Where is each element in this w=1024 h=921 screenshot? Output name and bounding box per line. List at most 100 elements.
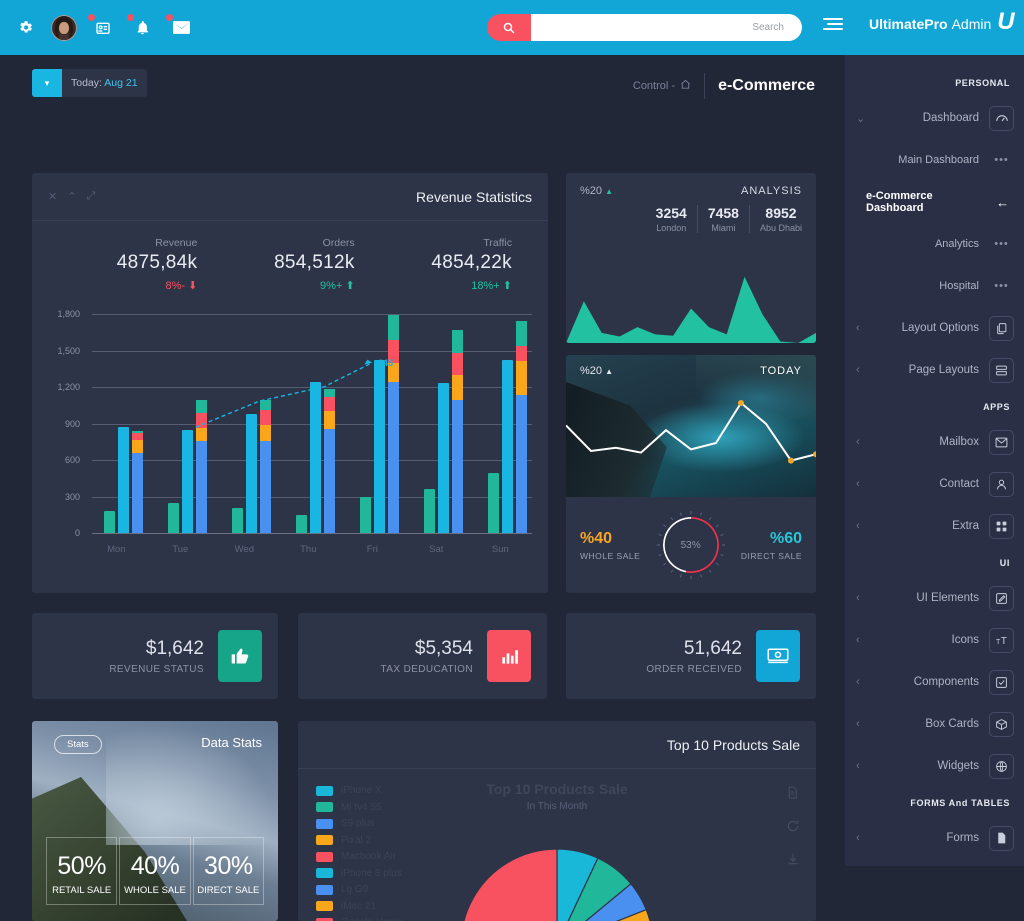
chevron-icon[interactable]: ‹	[845, 592, 856, 604]
sidebar-item-analytics[interactable]: Analytics•••	[845, 223, 1024, 265]
id-card-icon[interactable]	[90, 15, 116, 41]
bar-segment-stack-blue	[324, 429, 335, 533]
brand-name-light: Admin	[952, 16, 992, 32]
home-icon[interactable]	[680, 79, 691, 93]
chevron-icon[interactable]: ‹	[845, 676, 856, 688]
sidebar-item-e-commerce-dashboard[interactable]: e-Commerce Dashboard←	[845, 181, 1024, 223]
sidebar-item-box-cards[interactable]: ‹Box Cards	[845, 703, 1024, 745]
refresh-icon[interactable]	[786, 819, 800, 838]
revenue-status-card[interactable]: $1,642REVENUE STATUS	[32, 613, 278, 699]
brand-name-bold: UltimatePro	[869, 16, 948, 32]
copy-icon	[989, 316, 1014, 341]
dots-icon[interactable]: •••	[989, 238, 1014, 250]
sidebar-item-widgets[interactable]: ‹Widgets	[845, 745, 1024, 787]
sidebar-item-hospital[interactable]: Hospital•••	[845, 265, 1024, 307]
sidebar-item-icons[interactable]: ‹ Icons TT	[845, 619, 1024, 661]
kpi-delta: 8%- ⬇	[54, 279, 197, 292]
whole-sale-value: %40	[580, 530, 640, 548]
breadcrumb-path[interactable]: Control -	[633, 79, 691, 93]
gear-icon[interactable]	[12, 15, 38, 41]
chevron-icon[interactable]: ‹	[845, 760, 856, 772]
chevron-icon[interactable]: ‹	[845, 436, 856, 448]
legend-item[interactable]: iPhone 8 plus	[316, 868, 403, 879]
bar-segment-stack-blue	[388, 382, 399, 533]
sidebar-item-forms[interactable]: ‹Forms	[845, 817, 1024, 859]
menu-toggle-button[interactable]	[823, 18, 843, 33]
sidebar-item-tables[interactable]: ‹Tables	[845, 859, 1024, 866]
top10-panel-header: Top 10 Products Sale	[298, 721, 816, 769]
y-axis-tick: 0	[46, 528, 86, 538]
legend-item[interactable]: S9 plus	[316, 818, 403, 829]
dots-icon[interactable]: •••	[989, 280, 1014, 292]
bell-icon[interactable]	[129, 15, 155, 41]
hamburger-line	[827, 23, 843, 25]
legend-label: Lg G9	[341, 884, 368, 895]
close-icon[interactable]: ✕	[48, 190, 57, 203]
sidebar-item-layout-options[interactable]: ‹Layout Options	[845, 307, 1024, 349]
legend-item[interactable]: Google Home	[316, 917, 403, 921]
sidebar-item-main-dashboard[interactable]: Main Dashboard•••	[845, 139, 1024, 181]
expand-icon[interactable]: ⤢	[86, 190, 95, 203]
chevron-icon[interactable]: ‹	[845, 520, 856, 532]
chevron-down-icon[interactable]: ▾	[32, 69, 62, 97]
chevron-icon[interactable]: ‹	[845, 322, 856, 334]
legend-item[interactable]: iMac 21	[316, 901, 403, 912]
legend-item[interactable]: Pixal 2	[316, 835, 403, 846]
bar-stacked	[260, 400, 271, 533]
bar-cyan	[182, 430, 193, 533]
dots-icon[interactable]: •••	[989, 154, 1014, 166]
sidebar-item-mailbox[interactable]: ‹Mailbox	[845, 421, 1024, 463]
search-button[interactable]	[487, 14, 531, 41]
download-icon[interactable]	[786, 852, 800, 871]
sidebar-item-extra[interactable]: ‹Extra	[845, 505, 1024, 547]
document-icon[interactable]	[786, 785, 800, 805]
chevron-icon[interactable]: ‹	[845, 832, 856, 844]
panel-tool-group: ✕ ⌃ ⤢	[48, 190, 95, 203]
brand-logo-group[interactable]: UltimatePro Admin U	[869, 15, 1015, 32]
avatar[interactable]	[51, 15, 77, 41]
search-input[interactable]	[531, 14, 802, 41]
legend-item[interactable]: Macbook Air	[316, 851, 403, 862]
bar-group-mon	[104, 314, 143, 533]
stat-card-label: ORDER RECEIVED	[646, 664, 742, 675]
bar-cyan	[502, 360, 513, 533]
y-axis-tick: 300	[46, 492, 86, 502]
date-value: Aug 21	[104, 77, 137, 89]
text-size-icon: TT	[989, 628, 1014, 653]
chevron-icon[interactable]: ⌄	[845, 112, 856, 125]
sidebar-item-dashboard[interactable]: ⌄Dashboard	[845, 97, 1024, 139]
legend-item[interactable]: Lg G9	[316, 884, 403, 895]
chevron-icon[interactable]: ‹	[845, 364, 856, 376]
sidebar-item-label: Icons	[952, 634, 980, 646]
data-stat-percent: 50%	[49, 852, 114, 881]
bar-group-wed	[232, 314, 271, 533]
bar-cyan	[118, 427, 129, 533]
chevron-icon[interactable]: ‹	[845, 718, 856, 730]
analysis-stat-city: Miami	[708, 223, 739, 233]
direct-sale-value: %60	[741, 530, 802, 548]
kpi-row: Revenue4875,84k8%- ⬇Orders854,512k9%+ ⬆T…	[32, 221, 548, 296]
sidebar-item-label: Components	[914, 676, 979, 688]
envelope-icon[interactable]	[168, 15, 194, 41]
sidebar-item-components[interactable]: ‹ Components	[845, 661, 1024, 703]
bar-group-tue	[168, 314, 207, 533]
sidebar-item-page-layouts[interactable]: ‹Page Layouts	[845, 349, 1024, 391]
bar-green	[168, 503, 179, 533]
today-panel: %20 ▲ TODAY %40 WHOLE SALE 53% %60 DIREC…	[566, 355, 816, 593]
chevron-icon[interactable]: ‹	[845, 478, 856, 490]
sale-donut-chart: 53%	[657, 511, 725, 579]
stats-badge[interactable]: Stats	[54, 735, 102, 754]
file-icon	[989, 826, 1014, 851]
order-received-card[interactable]: 51,642ORDER RECEIVED	[566, 613, 816, 699]
sidebar-item-contact[interactable]: ‹Contact	[845, 463, 1024, 505]
date-picker-button[interactable]: ▾ Today: Aug 21	[32, 69, 147, 97]
chevron-icon[interactable]: ‹	[845, 634, 856, 646]
bar-green	[488, 473, 499, 533]
arrow-up-icon: ⬆	[345, 280, 354, 292]
tax-deducation-card[interactable]: $5,354TAX DEDUCATION	[298, 613, 547, 699]
collapse-icon[interactable]: ⌃	[67, 190, 76, 203]
sidebar-item-label: UI Elements	[916, 592, 979, 604]
revenue-panel-title: Revenue Statistics	[416, 189, 532, 205]
sidebar-item-ui-elements[interactable]: ‹ UI Elements	[845, 577, 1024, 619]
layout-icon	[989, 358, 1014, 383]
